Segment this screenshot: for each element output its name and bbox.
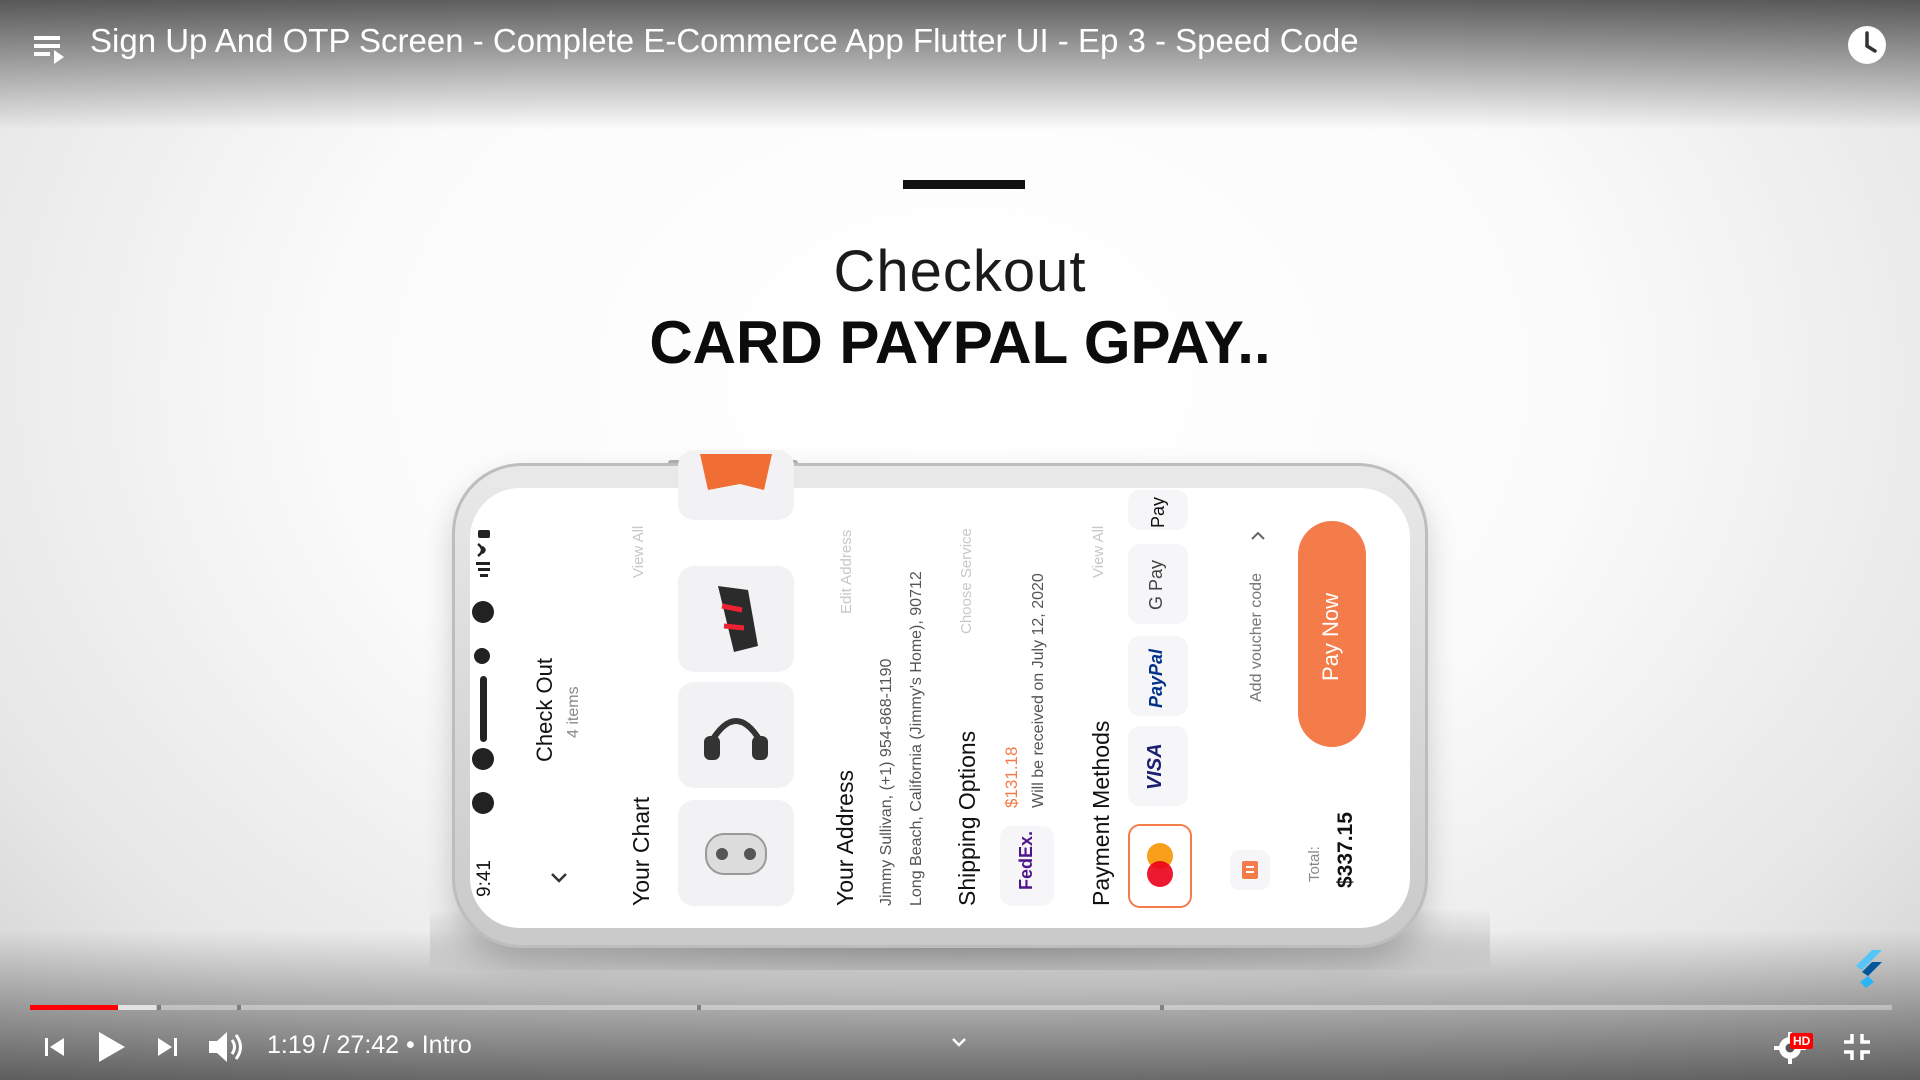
- top-gradient: [0, 0, 1920, 130]
- mastercard-icon: [1147, 843, 1173, 887]
- applepay-logo: Pay: [1148, 496, 1168, 528]
- video-title[interactable]: Sign Up And OTP Screen - Complete E-Comm…: [90, 22, 1359, 60]
- speaker-grille: [480, 676, 487, 742]
- payment-gpay[interactable]: G Pay: [1128, 544, 1188, 624]
- time-display: 1:19 / 27:42 • Intro: [267, 1031, 472, 1059]
- exit-fullscreen-icon[interactable]: [1840, 1030, 1874, 1069]
- camera-dot: [472, 601, 494, 623]
- choose-service-link[interactable]: Choose Service: [958, 528, 975, 634]
- payment-view-all-link[interactable]: View All: [1090, 526, 1107, 578]
- hd-badge: HD: [1790, 1033, 1814, 1049]
- pay-now-button[interactable]: Pay Now: [1298, 521, 1366, 747]
- status-time: 9:41: [474, 860, 495, 897]
- play-icon[interactable]: [95, 1028, 129, 1071]
- playlist-icon[interactable]: [30, 28, 70, 68]
- back-chevron-icon[interactable]: [548, 868, 570, 893]
- payment-mastercard[interactable]: [1128, 824, 1192, 908]
- duration: 27:42: [336, 1031, 400, 1059]
- pay-now-label: Pay Now: [1318, 592, 1343, 681]
- fedex-logo: FedEx.: [1016, 830, 1036, 890]
- hero-subheading: CARD PAYPAL GPAY..: [649, 309, 1271, 376]
- progress-bar[interactable]: [30, 1005, 1892, 1010]
- chapter-marker: [237, 1005, 241, 1010]
- cart-item-sneaker[interactable]: [678, 566, 794, 672]
- shirt-icon: [700, 454, 772, 490]
- sensor-dot: [472, 748, 494, 770]
- edit-address-link[interactable]: Edit Address: [838, 530, 855, 614]
- receipt-icon: [1242, 861, 1258, 879]
- voucher-icon-tile[interactable]: [1230, 850, 1270, 890]
- chevron-up-icon[interactable]: [1248, 526, 1268, 551]
- item-count: 4 items: [565, 686, 582, 738]
- next-icon[interactable]: [152, 1032, 182, 1067]
- shipping-price: $131.18: [1002, 746, 1021, 808]
- chapter-marker: [697, 1005, 701, 1010]
- shipping-section-label: Shipping Options: [954, 730, 980, 906]
- hero-heading: Checkout: [833, 239, 1087, 304]
- current-time: 1:19: [267, 1031, 316, 1059]
- hero-divider: [903, 180, 1025, 189]
- played-bar: [30, 1005, 118, 1010]
- headphones-icon: [704, 718, 768, 760]
- volume-icon[interactable]: [205, 1026, 247, 1073]
- page-title: Check Out: [532, 658, 557, 762]
- chevron-down-icon[interactable]: [948, 1032, 970, 1057]
- flutter-logo-icon: [1852, 948, 1884, 993]
- cart-item-headphones[interactable]: [678, 682, 794, 788]
- previous-icon[interactable]: [40, 1032, 70, 1067]
- cart-item-gamepad[interactable]: [678, 800, 794, 906]
- sensor-dot: [474, 648, 490, 664]
- chapter-marker: [1160, 1005, 1164, 1010]
- watch-later-icon[interactable]: [1846, 24, 1888, 66]
- total-label: Total:: [1306, 846, 1323, 882]
- address-line-1: Jimmy Sullivan, (+1) 954-868-1190: [878, 658, 895, 906]
- address-line-2: Long Beach, California (Jimmy's Home), 9…: [908, 571, 925, 906]
- chapter-title[interactable]: Intro: [422, 1031, 472, 1059]
- address-section-label: Your Address: [832, 770, 858, 906]
- payment-paypal[interactable]: PayPal: [1128, 636, 1188, 716]
- gamepad-icon: [705, 833, 767, 875]
- cart-item-shirt[interactable]: [678, 450, 794, 520]
- payment-section-label: Payment Methods: [1088, 720, 1114, 906]
- cart-view-all-link[interactable]: View All: [630, 526, 647, 578]
- payment-visa[interactable]: VISA: [1128, 726, 1188, 806]
- signal-wifi-icon: [474, 530, 494, 591]
- cart-section-label: Your Chart: [628, 796, 654, 906]
- chapter-marker: [157, 1005, 161, 1010]
- shipping-eta: Will be received on July 12, 2020: [1030, 573, 1047, 808]
- gpay-logo: G Pay: [1146, 559, 1166, 610]
- camera-dot: [472, 792, 494, 814]
- visa-logo: VISA: [1144, 743, 1166, 790]
- paypal-logo: PayPal: [1146, 648, 1166, 708]
- sneaker-icon: [718, 586, 758, 652]
- add-voucher-link[interactable]: Add voucher code: [1248, 573, 1266, 702]
- total-value: $337.15: [1334, 812, 1357, 888]
- payment-applepay[interactable]: Pay: [1128, 490, 1188, 530]
